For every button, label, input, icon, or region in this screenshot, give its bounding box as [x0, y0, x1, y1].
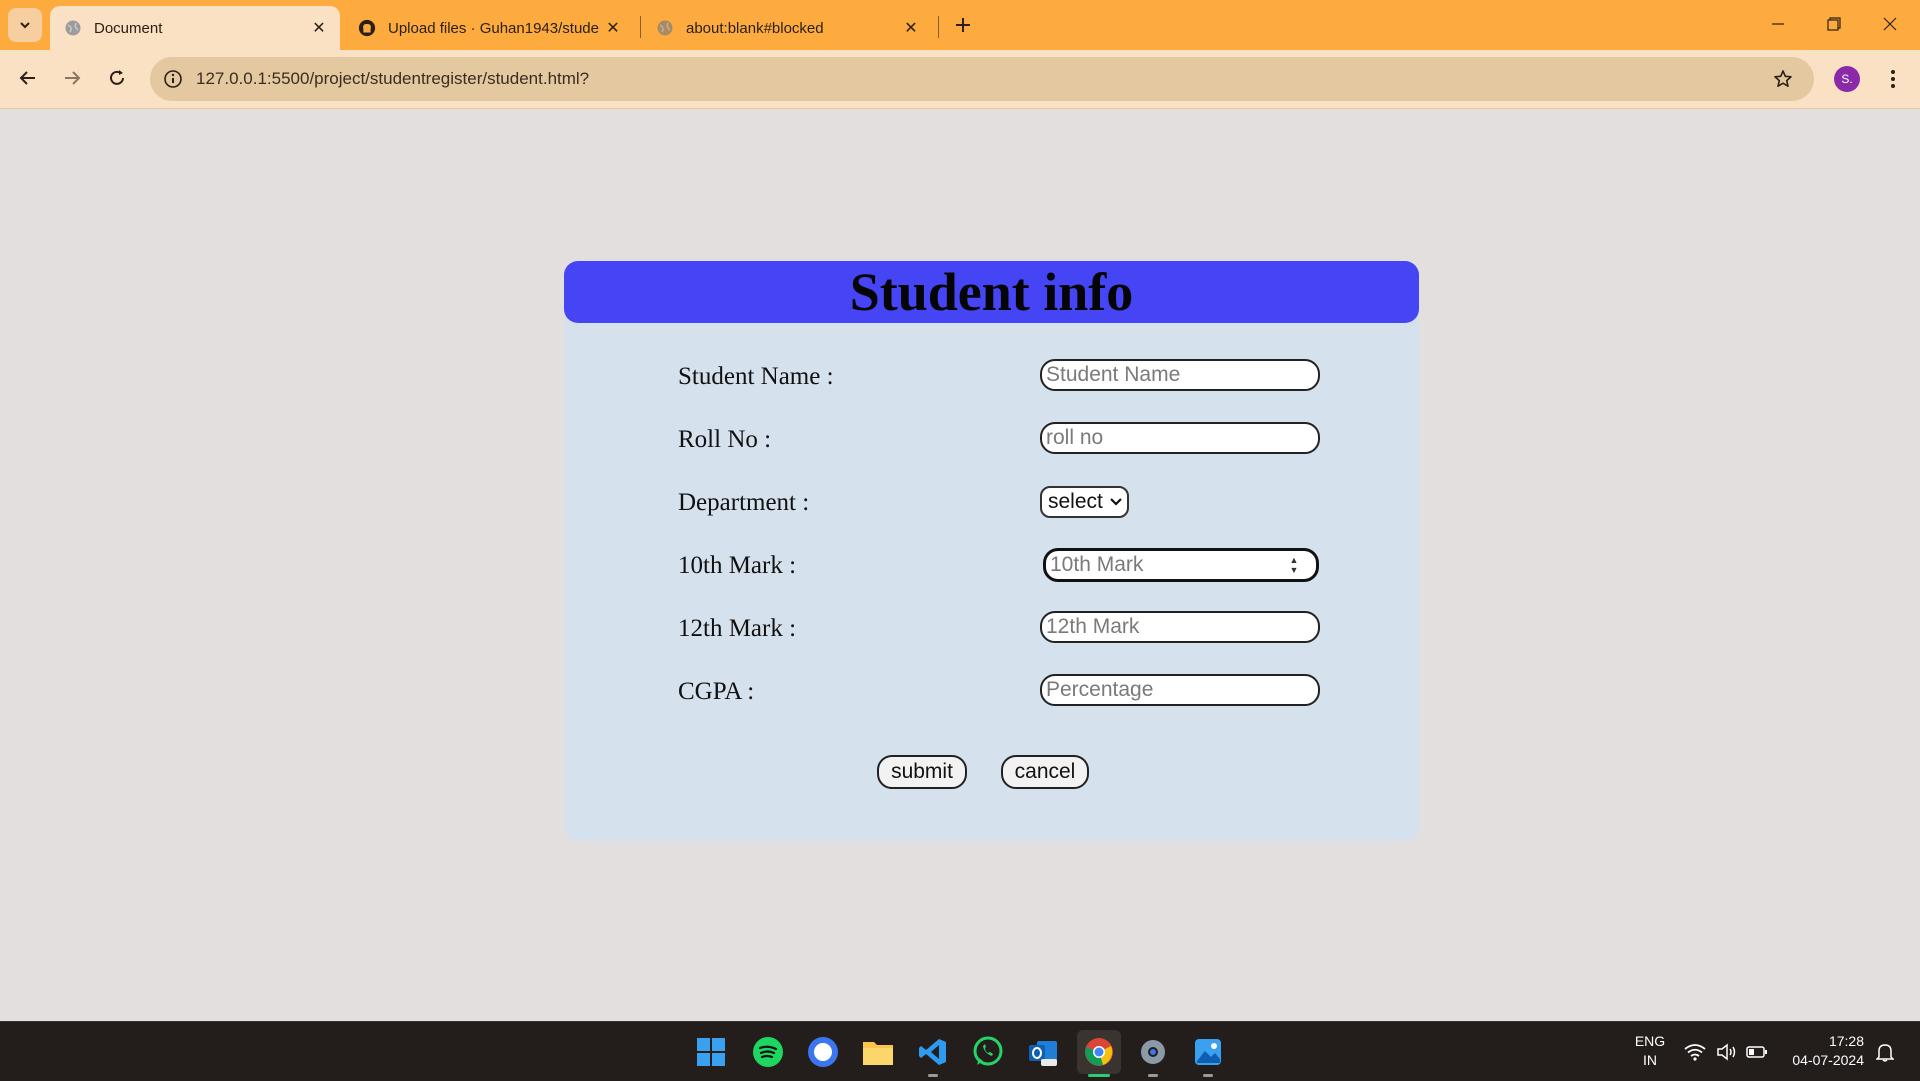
- more-vertical-icon: [1891, 70, 1895, 88]
- globe-icon: [64, 19, 82, 37]
- cgpa-row: CGPA :: [678, 674, 1320, 714]
- clock-time: 17:28: [1828, 1033, 1864, 1049]
- twelfth-mark-label: 12th Mark :: [678, 615, 797, 642]
- language-indicator[interactable]: ENG IN: [1630, 1032, 1670, 1070]
- tenth-mark-field: ▲ ▼: [1043, 548, 1319, 582]
- twelfth-mark-row: 12th Mark :: [678, 611, 1320, 651]
- minimize-button[interactable]: [1750, 0, 1806, 48]
- site-info-icon[interactable]: [160, 66, 186, 92]
- notification-bell-icon[interactable]: [1870, 1032, 1900, 1072]
- tab-separator: [938, 16, 939, 38]
- active-indicator: [1088, 1074, 1110, 1077]
- back-button[interactable]: [10, 60, 46, 96]
- number-spinner[interactable]: ▲ ▼: [1284, 552, 1304, 578]
- arrow-right-icon: [65, 71, 81, 85]
- running-indicator: [1148, 1074, 1158, 1077]
- running-indicator: [928, 1074, 938, 1077]
- browser-menu-button[interactable]: [1880, 62, 1906, 96]
- profile-avatar[interactable]: S.: [1834, 66, 1860, 92]
- restore-icon: [1827, 17, 1841, 31]
- whatsapp-icon[interactable]: [968, 1032, 1008, 1072]
- close-icon: [1883, 17, 1897, 31]
- tab-title: about:blank#blocked: [686, 19, 824, 37]
- clock-date: 04-07-2024: [1792, 1052, 1864, 1068]
- running-indicator: [1203, 1074, 1213, 1077]
- region-code: IN: [1643, 1052, 1657, 1068]
- spin-down-icon[interactable]: ▼: [1290, 565, 1299, 575]
- tab-document[interactable]: Document ✕: [50, 6, 340, 50]
- settings-icon[interactable]: [1133, 1032, 1173, 1072]
- tab-title: Document: [94, 19, 163, 37]
- spin-up-icon[interactable]: ▲: [1290, 555, 1299, 565]
- arrow-left-icon: [19, 71, 35, 85]
- form-header: Student info: [564, 261, 1419, 323]
- page-content: Student info Student Name : Roll No : De…: [0, 109, 1920, 1021]
- department-select[interactable]: select: [1040, 486, 1129, 518]
- department-row: Department : select: [678, 485, 1318, 525]
- battery-icon[interactable]: [1742, 1032, 1772, 1072]
- chrome-icon[interactable]: [1077, 1030, 1121, 1074]
- roll-no-input[interactable]: [1040, 422, 1320, 454]
- close-tab-icon[interactable]: ✕: [900, 17, 922, 39]
- close-tab-icon[interactable]: ✕: [602, 17, 624, 39]
- tab-about-blank[interactable]: about:blank#blocked ✕: [642, 6, 932, 50]
- tenth-mark-row: 10th Mark : ▲ ▼: [678, 548, 1319, 588]
- tab-strip: Document ✕ Upload files · Guhan1943/stud…: [0, 0, 1920, 50]
- reload-button[interactable]: [99, 60, 135, 96]
- close-tab-icon[interactable]: ✕: [308, 17, 330, 39]
- student-name-label: Student Name :: [678, 363, 834, 390]
- reload-icon: [110, 70, 124, 85]
- roll-no-row: Roll No :: [678, 422, 1320, 462]
- url-text[interactable]: 127.0.0.1:5500/project/studentregister/s…: [196, 69, 1768, 89]
- restore-button[interactable]: [1806, 0, 1862, 48]
- tab-search-button[interactable]: [8, 8, 42, 42]
- roll-no-label: Roll No :: [678, 426, 772, 453]
- windows-start-icon[interactable]: [691, 1032, 731, 1072]
- github-icon: [358, 19, 376, 37]
- student-name-input[interactable]: [1040, 359, 1320, 391]
- browser-toolbar: 127.0.0.1:5500/project/studentregister/s…: [0, 50, 1920, 109]
- tab-title: Upload files · Guhan1943/stude: [388, 19, 599, 37]
- outlook-icon[interactable]: [1023, 1032, 1063, 1072]
- close-window-button[interactable]: [1862, 0, 1918, 48]
- globe-icon: [656, 19, 674, 37]
- tab-separator: [640, 16, 641, 38]
- bookmark-star-icon[interactable]: [1768, 64, 1798, 94]
- signal-icon[interactable]: [803, 1032, 843, 1072]
- clock[interactable]: 17:28 04-07-2024: [1780, 1032, 1864, 1070]
- spotify-icon[interactable]: [748, 1032, 788, 1072]
- tenth-mark-label: 10th Mark :: [678, 552, 797, 579]
- chevron-down-icon: [1109, 497, 1123, 507]
- volume-icon[interactable]: [1712, 1032, 1742, 1072]
- wifi-icon[interactable]: [1680, 1032, 1710, 1072]
- vscode-icon[interactable]: [913, 1032, 953, 1072]
- forward-button[interactable]: [54, 60, 90, 96]
- department-label: Department :: [678, 489, 810, 516]
- tenth-mark-input[interactable]: [1046, 552, 1284, 578]
- language-code: ENG: [1634, 1033, 1666, 1049]
- new-tab-button[interactable]: [948, 10, 978, 40]
- department-selected-value: select: [1048, 490, 1103, 513]
- address-bar[interactable]: 127.0.0.1:5500/project/studentregister/s…: [150, 57, 1814, 101]
- file-explorer-icon[interactable]: [858, 1032, 898, 1072]
- photos-icon[interactable]: [1188, 1032, 1228, 1072]
- student-form: Student info Student Name : Roll No : De…: [564, 261, 1419, 841]
- cancel-button[interactable]: cancel: [1001, 755, 1089, 789]
- student-name-row: Student Name :: [678, 359, 1320, 399]
- chevron-down-icon: [20, 22, 30, 29]
- plus-icon: [956, 18, 970, 32]
- submit-button[interactable]: submit: [877, 755, 967, 789]
- tab-upload-files[interactable]: Upload files · Guhan1943/stude ✕: [344, 6, 634, 50]
- taskbar: ENG IN 17:28 04-07-2024: [0, 1021, 1920, 1081]
- cgpa-label: CGPA :: [678, 678, 755, 705]
- form-title: Student info: [849, 262, 1134, 322]
- minimize-icon: [1772, 23, 1784, 25]
- twelfth-mark-input[interactable]: [1040, 611, 1320, 643]
- cgpa-input[interactable]: [1040, 674, 1320, 706]
